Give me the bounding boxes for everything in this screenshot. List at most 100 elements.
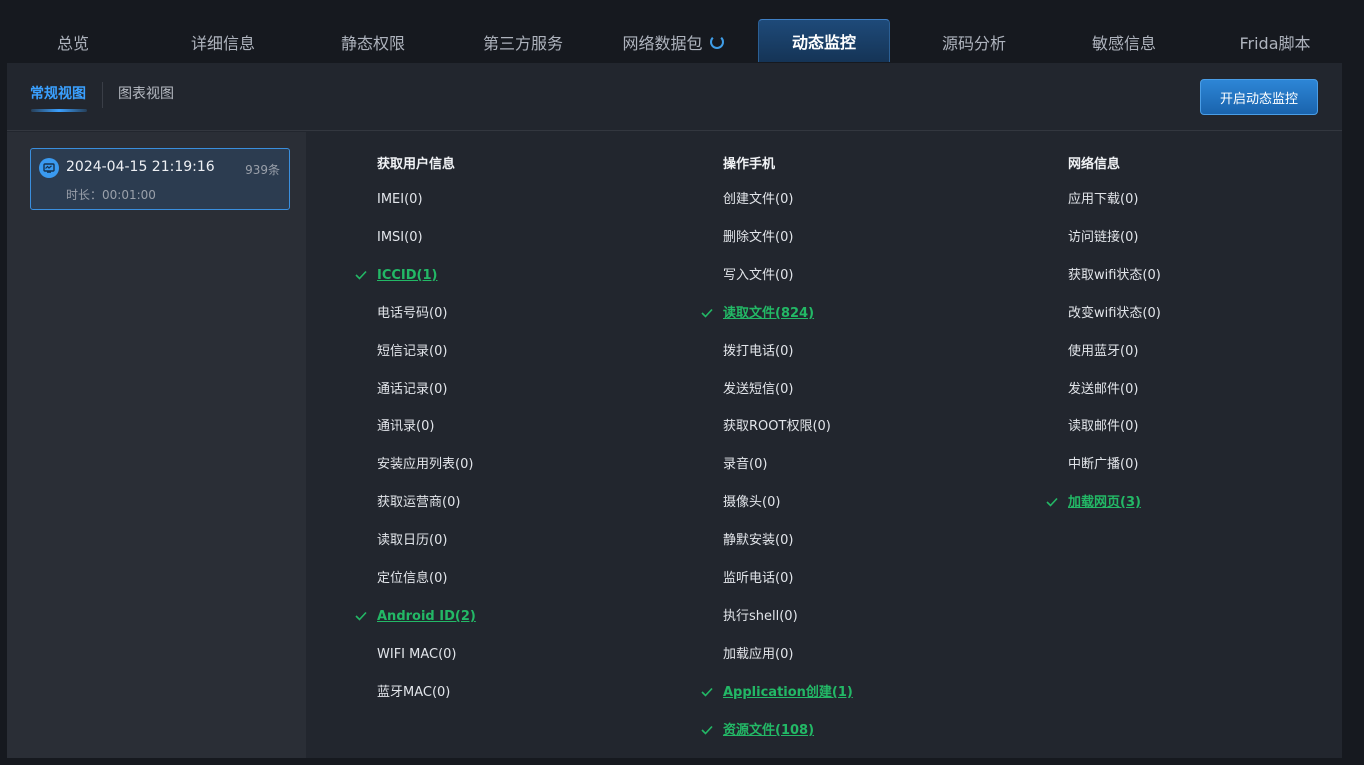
monitor-item-label: WIFI MAC(0) <box>377 647 457 662</box>
monitor-item: 拨打电话(0) <box>723 342 793 362</box>
check-icon <box>701 683 715 703</box>
monitor-item-label: 访问链接(0) <box>1068 230 1139 245</box>
tab-label: 静态权限 <box>340 33 405 53</box>
tab-source-analysis[interactable]: 源码分析 <box>904 0 1044 63</box>
tab-third-party-services[interactable]: 第三方服务 <box>453 0 593 63</box>
check-icon <box>701 721 715 741</box>
monitor-item: 发送邮件(0) <box>1068 380 1138 400</box>
monitor-item: 发送短信(0) <box>723 380 793 400</box>
session-item[interactable]: 2024-04-15 21:19:16 939条 时长：00:01:00 <box>30 148 290 210</box>
monitor-item: 电话号码(0) <box>377 304 447 324</box>
monitor-item-label: 使用蓝牙(0) <box>1068 344 1139 359</box>
monitor-item-label: 创建文件(0) <box>723 192 794 207</box>
monitor-item-label: 获取ROOT权限(0) <box>723 419 831 434</box>
tab-network-packets[interactable]: 网络数据包 <box>603 0 743 63</box>
column-title: 网络信息 <box>1068 157 1121 172</box>
monitor-item-label: 拨打电话(0) <box>723 344 794 359</box>
tab-sensitive-info[interactable]: 敏感信息 <box>1054 0 1194 63</box>
tab-label: 源码分析 <box>941 33 1006 53</box>
tab-label: 网络数据包 <box>622 30 724 54</box>
monitor-item-detected[interactable]: 读取文件(824) <box>701 304 815 324</box>
tab-static-permissions[interactable]: 静态权限 <box>303 0 443 63</box>
subtab-normal-view[interactable]: 常规视图 <box>30 83 86 103</box>
monitor-item-label: 监听电话(0) <box>723 571 794 586</box>
tab-label: 动态监控 <box>791 33 856 52</box>
tab-label: Frida脚本 <box>1239 33 1311 53</box>
check-icon <box>701 304 715 324</box>
monitor-item-label: IMEI(0) <box>377 192 423 207</box>
session-date: 2024-04-15 21:19:16 <box>66 159 215 175</box>
monitor-item: 监听电话(0) <box>723 569 793 589</box>
tab-details[interactable]: 详细信息 <box>153 0 293 63</box>
session-list: 2024-04-15 21:19:16 939条 时长：00:01:00 <box>7 132 306 758</box>
monitor-item-detected[interactable]: ICCID(1) <box>355 266 438 286</box>
monitor-item: 获取运营商(0) <box>377 493 460 513</box>
tab-overview[interactable]: 总览 <box>3 0 143 63</box>
monitor-item-label: 读取文件(824) <box>723 306 815 321</box>
monitor-item: 加载应用(0) <box>723 645 793 665</box>
monitor-item: 静默安装(0) <box>723 531 793 551</box>
monitor-item-label: 安装应用列表(0) <box>377 457 474 472</box>
monitor-item: 中断广播(0) <box>1068 455 1138 475</box>
monitor-item-label: 读取邮件(0) <box>1068 419 1139 434</box>
tab-label: 总览 <box>56 33 89 53</box>
tab-label: 第三方服务 <box>482 33 563 53</box>
monitor-session-icon <box>39 158 59 178</box>
monitor-item-label: 应用下载(0) <box>1068 192 1139 207</box>
monitor-item-label: 录音(0) <box>723 457 768 472</box>
monitor-item-label: 加载网页(3) <box>1068 495 1141 510</box>
monitor-item-detected[interactable]: Android ID(2) <box>355 607 476 627</box>
monitor-item-label: 加载应用(0) <box>723 647 794 662</box>
monitor-item-label: 获取wifi状态(0) <box>1068 268 1161 283</box>
monitor-item: 读取日历(0) <box>377 531 447 551</box>
monitor-item: 获取wifi状态(0) <box>1068 266 1161 286</box>
monitor-item: 录音(0) <box>723 455 767 475</box>
active-subtab-indicator <box>31 109 87 112</box>
check-icon <box>1046 493 1060 513</box>
session-record-count: 939条 <box>245 163 280 177</box>
monitor-item-label: 发送邮件(0) <box>1068 382 1139 397</box>
subtab-chart-view[interactable]: 图表视图 <box>118 83 174 103</box>
check-icon <box>355 266 369 286</box>
monitor-item-detected[interactable]: 资源文件(108) <box>701 721 814 741</box>
monitor-item-label: IMSI(0) <box>377 230 423 245</box>
monitor-item: 读取邮件(0) <box>1068 417 1138 437</box>
column-title: 获取用户信息 <box>377 157 456 172</box>
monitor-item-label: 执行shell(0) <box>723 609 798 624</box>
monitor-item-label: 发送短信(0) <box>723 382 794 397</box>
top-tab-bar: 总览 详细信息 静态权限 第三方服务 网络数据包 动态监控 源码分析 敏感信息 … <box>0 0 1364 63</box>
monitor-item: 通话记录(0) <box>377 380 447 400</box>
monitor-item-label: 摄像头(0) <box>723 495 781 510</box>
subtab-divider <box>102 82 103 108</box>
monitor-item: 改变wifi状态(0) <box>1068 304 1161 324</box>
tab-frida-scripts[interactable]: Frida脚本 <box>1205 0 1345 63</box>
monitor-item-label: 写入文件(0) <box>723 268 794 283</box>
monitor-item: 执行shell(0) <box>723 607 798 627</box>
monitor-item: 获取ROOT权限(0) <box>723 417 831 437</box>
monitor-item-label: 电话号码(0) <box>377 306 448 321</box>
tab-label-text: 网络数据包 <box>622 33 703 53</box>
monitor-item-label: 删除文件(0) <box>723 230 794 245</box>
monitor-item: 安装应用列表(0) <box>377 455 473 475</box>
tab-dynamic-monitoring[interactable]: 动态监控 <box>758 19 890 62</box>
monitor-item-label: 短信记录(0) <box>377 344 448 359</box>
monitor-item-label: 定位信息(0) <box>377 571 448 586</box>
monitor-item-label: 获取运营商(0) <box>377 495 461 510</box>
session-duration: 时长：00:01:00 <box>66 188 156 202</box>
monitor-item: 使用蓝牙(0) <box>1068 342 1138 362</box>
monitor-item: 访问链接(0) <box>1068 228 1138 248</box>
start-dynamic-monitoring-button[interactable]: 开启动态监控 <box>1200 79 1318 115</box>
monitoring-results: 获取用户信息 IMEI(0) IMSI(0) ICCID(1) 电话号码(0) 短信记录(… <box>306 132 1342 758</box>
monitor-item-label: 蓝牙MAC(0) <box>377 685 451 700</box>
monitor-item: 短信记录(0) <box>377 342 447 362</box>
column-title: 操作手机 <box>723 157 776 172</box>
monitor-item-label: Android ID(2) <box>377 609 476 624</box>
monitor-item-detected[interactable]: Application创建(1) <box>701 683 853 703</box>
monitor-item-label: ICCID(1) <box>377 268 438 283</box>
monitor-item-label: 改变wifi状态(0) <box>1068 306 1161 321</box>
monitor-item-detected[interactable]: 加载网页(3) <box>1046 493 1141 513</box>
monitor-item-label: 读取日历(0) <box>377 533 448 548</box>
monitor-item: IMSI(0) <box>377 228 423 248</box>
monitor-item: 蓝牙MAC(0) <box>377 683 450 703</box>
monitor-item: 通讯录(0) <box>377 417 434 437</box>
